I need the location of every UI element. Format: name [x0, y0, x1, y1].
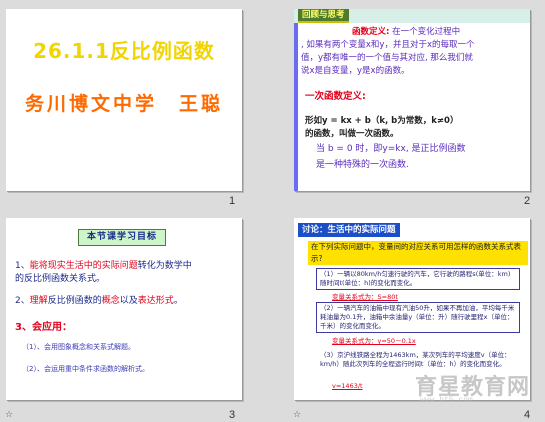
function-definition-label: 函数定义: [352, 27, 390, 37]
problem-1-relation: 变量关系式为：S=80t [332, 293, 398, 301]
slide3-header: 本节课学习目标 [78, 229, 167, 246]
problem-2-text: （2）一辆汽车的油箱中现有汽油50升，如果不再加油，平均每千米耗油量为0.1升，… [320, 304, 515, 330]
slide-number-1: 1 [229, 195, 236, 207]
goal-1-part-a: 能将现实生活中的实际问题 [29, 261, 138, 271]
goal-2-part-e: 表达形式 [137, 296, 174, 306]
slide-thumbnail-2[interactable]: 回顾与思考 函数定义: 在一个变化过程中 , 如果有两个变量x和y，并且对于x的… [294, 9, 530, 191]
linear-function-text-1: 形如y = kx + b（k, b为常数，k≠0） [305, 116, 459, 126]
goal-2-prefix: 2、 [15, 296, 30, 306]
goal-2-part-f: 。 [173, 296, 183, 306]
slide1-title: 26.1.1反比例函数 [33, 39, 215, 63]
watermark-url: www.ht5.com [420, 396, 473, 405]
special-case-text-2: 是一种特殊的一次函数. [316, 160, 409, 170]
slide-number-4: 4 [524, 409, 531, 421]
problem-2-box: （2）一辆汽车的油箱中现有汽油50升，如果不再加油，平均每千米耗油量为0.1升，… [316, 302, 520, 333]
problem-1-text: （1）一辆以80km/h匀速行驶的汽车，它行驶的路程s(单位：km)随时间t(单… [320, 270, 511, 287]
goal-3-sub-1: （1）、会用图象概念和关系式解题。 [22, 343, 135, 351]
goal-1-part-b: 转化为数学中 [137, 261, 192, 271]
slide4-header: 讨论：生活中的实际问题 [298, 223, 400, 237]
function-definition-text-2: , 如果有两个变量x和y，并且对于x的每取一个 [301, 40, 475, 50]
slide-transition-icon-4: ☆ [293, 410, 302, 420]
problem-1-box: （1）一辆以80km/h匀速行驶的汽车，它行驶的路程s(单位：km)随时间t(单… [316, 268, 520, 290]
problem-3-text: （3）京沪线铁路全程为1463km，某次列车的平均速度v（单位：km/h）随此次… [320, 351, 511, 368]
goal-1-part-c: 的反比例函数关系式。 [15, 274, 106, 284]
discussion-question: 在下列实际问题中，变量间的对应关系可用怎样的函数关系式表示? [308, 241, 528, 265]
problem-3-relation: v=1463/t [332, 382, 363, 390]
slide-number-2: 2 [524, 195, 531, 207]
goal-1-prefix: 1、 [15, 261, 30, 271]
slide1-subtitle: 务川博文中学 王聪 [24, 93, 223, 115]
problem-3-box: （3）京沪线铁路全程为1463km，某次列车的平均速度v（单位：km/h）随此次… [316, 349, 520, 371]
slide-thumbnail-1[interactable]: 26.1.1反比例函数 务川博文中学 王聪 [6, 9, 242, 191]
function-definition-text-3: 值，y都有唯一的一个值与其对应, 那么我们就 [301, 53, 473, 63]
special-case-text-1: 当 b = 0 时，即y=kx, 是正比例函数 [316, 144, 466, 154]
goal-2-part-d: 以及 [119, 296, 138, 306]
function-definition-text-4: 说x是自变量，y是x的函数。 [301, 66, 410, 76]
goal-3-sub-2: （2）、会运用重中条件求函数的解析式。 [22, 365, 149, 373]
problem-2-relation: 变量关系式为：y=50－0.1x [332, 337, 416, 345]
slide-number-3: 3 [229, 409, 236, 421]
goal-2-part-a: 理解 [29, 296, 48, 306]
linear-function-label: 一次函数定义: [305, 91, 366, 102]
linear-function-text-2: 的函数，叫做一次函数。 [305, 129, 399, 139]
function-definition-text-1: 在一个变化过程中 [392, 27, 461, 37]
slide2-side-bar [294, 23, 298, 191]
goal-2-part-b: 反比例函数的 [47, 296, 102, 306]
slide-transition-icon-3: ☆ [5, 410, 14, 420]
slide-thumbnail-3[interactable]: 本节课学习目标 1、能将现实生活中的实际问题转化为数学中 的反比例函数关系式。 … [6, 218, 242, 400]
goal-2-part-c: 概念 [101, 296, 120, 306]
goal-3-label: 3、会应用： [15, 322, 72, 333]
slide2-header: 回顾与思考 [298, 9, 349, 23]
